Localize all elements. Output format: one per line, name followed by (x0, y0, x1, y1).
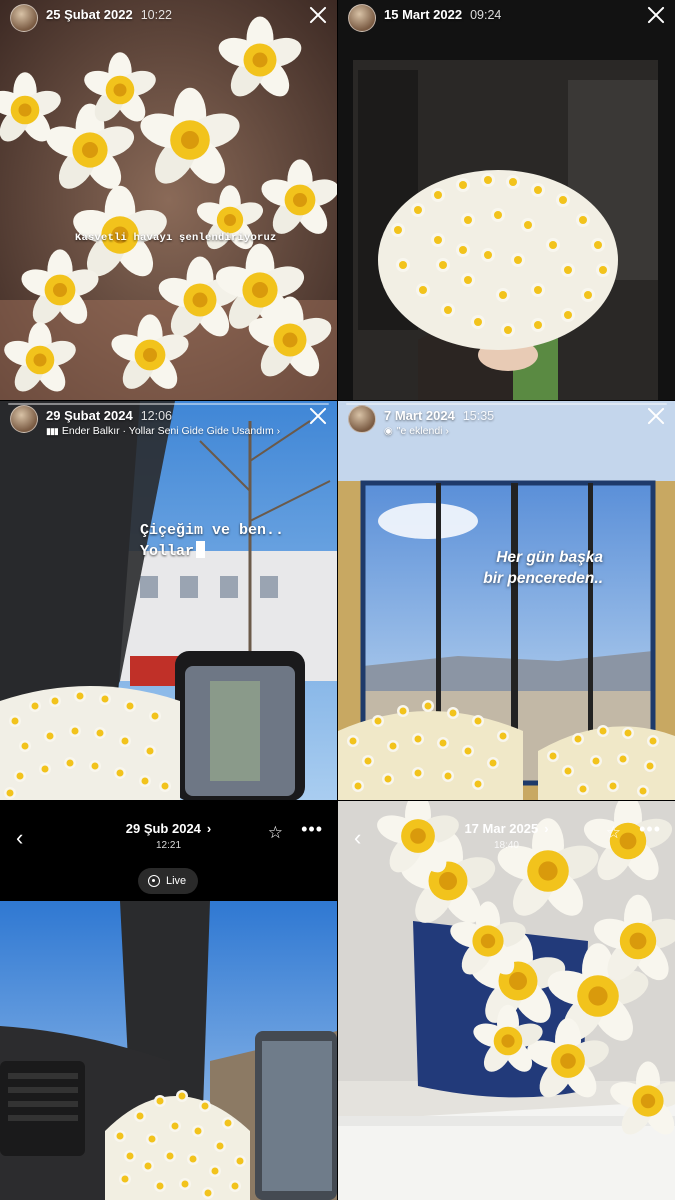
daffodil-bouquet-photo (338, 0, 675, 400)
overlay-line-1: Her gün başka (496, 549, 603, 566)
music-label: Ender Balkır · Yollar Seni Gide Gide Usa… (61, 425, 281, 437)
avatar[interactable] (348, 405, 376, 433)
window-view-photo (338, 401, 675, 800)
gallery-time: 12:21 (155, 840, 182, 851)
close-icon[interactable] (307, 4, 329, 26)
gallery-time: 18:40 (493, 840, 519, 851)
chevron-right-icon: › (544, 821, 549, 836)
story-time: 15:35 (462, 409, 495, 423)
story-text-overlay: Kasvetli havayı şenlendiriyoruz (75, 232, 277, 244)
gallery-panel-2[interactable]: ‹ 17 Mar 2025 › 18:40 ☆ ••• (338, 801, 675, 1200)
location-icon: ◉ (384, 425, 393, 437)
story-header: 15 Mart 2022 09:24 (348, 4, 665, 40)
text-cursor (196, 541, 206, 558)
overlay-line-2: bir pencereden.. (483, 570, 603, 587)
close-icon[interactable] (307, 405, 329, 427)
avatar[interactable] (348, 4, 376, 32)
story-header: 7 Mart 2024 15:35 ◉ "e eklendi › (348, 405, 665, 441)
gallery-date-button[interactable]: 29 Şub 2024 › (126, 821, 212, 836)
story-panel-1[interactable]: 25 Şubat 2022 10:22 Kasvetli havayı şenle… (0, 0, 337, 400)
overlay-line-1: Çiçeğim ve ben.. (140, 522, 285, 539)
story-date: 15 Mart 2022 (384, 7, 463, 22)
story-date: 29 Şubat 2024 (46, 408, 133, 423)
close-icon[interactable] (645, 4, 667, 26)
music-bars-icon: ▮▮▮ (46, 425, 59, 436)
story-header: 25 Şubat 2022 10:22 (10, 4, 327, 40)
star-icon[interactable]: ☆ (606, 823, 621, 843)
added-label: "e eklendi › (396, 425, 449, 437)
story-text-overlay: Çiçeğim ve ben.. Yollar (140, 521, 284, 562)
star-icon[interactable]: ☆ (268, 823, 283, 843)
story-date: 7 Mart 2024 (384, 408, 455, 423)
chevron-right-icon: › (206, 821, 212, 836)
gallery-date-button[interactable]: 17 Mar 2025 › (464, 821, 548, 836)
overlay-line-2: Yollar (140, 543, 195, 560)
more-options-icon[interactable]: ••• (639, 819, 661, 840)
gallery-top-bar: ‹ 17 Mar 2025 › 18:40 ☆ ••• (338, 801, 675, 871)
live-icon (148, 875, 160, 887)
live-photo-button[interactable]: Live (138, 868, 199, 894)
close-icon[interactable] (645, 405, 667, 427)
back-icon[interactable]: ‹ (16, 825, 23, 851)
story-text-overlay: Her gün başka bir pencereden.. (433, 547, 603, 589)
avatar[interactable] (10, 4, 38, 32)
back-icon[interactable]: ‹ (354, 825, 361, 851)
story-time: 09:24 (470, 8, 502, 22)
avatar[interactable] (10, 405, 38, 433)
gallery-date: 17 Mar 2025 (464, 821, 539, 836)
story-panel-4[interactable]: 7 Mart 2024 15:35 ◉ "e eklendi › Her gün b… (338, 401, 675, 800)
live-label: Live (166, 875, 187, 887)
added-to-link[interactable]: ◉ "e eklendi › (384, 425, 494, 437)
story-panel-3[interactable]: 29 Şubat 2024 12:06 ▮▮▮ Ender Balkır · Yol… (0, 401, 337, 800)
story-header: 29 Şubat 2024 12:06 ▮▮▮ Ender Balkır · Yol… (10, 405, 327, 441)
story-time: 12:06 (140, 409, 172, 423)
gallery-top-bar: ‹ 29 Şub 2024 › 12:21 ☆ ••• (0, 801, 337, 871)
car-window-photo (0, 401, 337, 800)
gallery-date: 29 Şub 2024 (125, 821, 201, 836)
story-panel-2[interactable]: 15 Mart 2022 09:24 (338, 0, 675, 400)
story-date: 25 Şubat 2022 (46, 7, 133, 22)
story-time: 10:22 (140, 8, 172, 22)
music-attribution[interactable]: ▮▮▮ Ender Balkır · Yollar Seni Gide Gide … (46, 425, 280, 437)
more-options-icon[interactable]: ••• (301, 819, 323, 840)
daffodil-closeup-photo (0, 0, 337, 400)
gallery-panel-1[interactable]: ‹ 29 Şub 2024 › 12:21 ☆ ••• Live (0, 801, 337, 1200)
